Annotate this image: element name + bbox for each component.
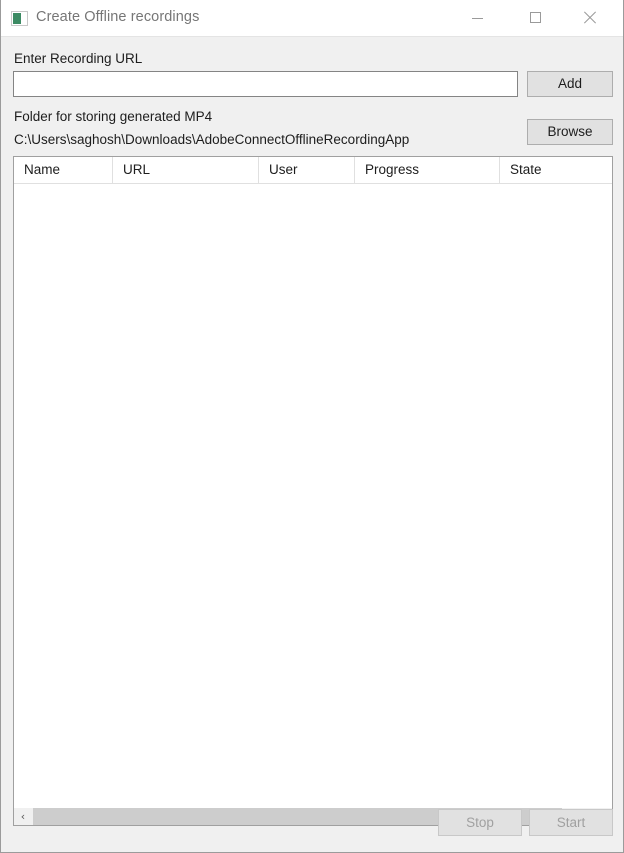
browse-button[interactable]: Browse — [527, 119, 613, 145]
app-icon-fill — [13, 13, 21, 24]
minimize-icon — [472, 18, 483, 19]
column-header-url-label: URL — [123, 162, 151, 177]
window-content: Enter Recording URL Add Folder for stori… — [1, 37, 623, 851]
app-window-icon — [11, 11, 28, 26]
folder-label: Folder for storing generated MP4 — [14, 109, 213, 124]
close-button[interactable] — [571, 0, 617, 36]
app-window: Create Offline recordings Enter Recordin… — [0, 0, 624, 853]
recording-url-label: Enter Recording URL — [14, 51, 143, 66]
window-title: Create Offline recordings — [36, 9, 200, 25]
start-button[interactable]: Start — [529, 809, 613, 836]
column-header-user-label: User — [269, 162, 298, 177]
stop-button[interactable]: Stop — [438, 809, 522, 836]
column-header-state-label: State — [510, 162, 542, 177]
add-button[interactable]: Add — [527, 71, 613, 97]
table-body[interactable] — [14, 184, 612, 806]
maximize-icon — [530, 12, 541, 23]
maximize-button[interactable] — [515, 0, 561, 36]
table-header-row: Name URL User Progress State — [14, 157, 612, 184]
column-header-user[interactable]: User — [259, 157, 355, 183]
folder-path-value: C:\Users\saghosh\Downloads\AdobeConnectO… — [14, 132, 410, 147]
column-header-name-label: Name — [24, 162, 61, 177]
column-header-url[interactable]: URL — [113, 157, 259, 183]
column-header-state[interactable]: State — [500, 157, 612, 183]
scroll-left-icon[interactable]: ‹ — [14, 808, 32, 825]
horizontal-scrollbar[interactable]: ‹ › — [14, 807, 612, 825]
column-header-name[interactable]: Name — [14, 157, 113, 183]
close-icon — [583, 11, 596, 24]
minimize-button[interactable] — [459, 0, 505, 36]
column-header-progress-label: Progress — [365, 162, 420, 177]
column-header-progress[interactable]: Progress — [355, 157, 500, 183]
recording-url-input[interactable] — [13, 71, 518, 97]
recordings-table: Name URL User Progress State ‹ — [13, 156, 613, 826]
title-bar: Create Offline recordings — [1, 0, 623, 37]
